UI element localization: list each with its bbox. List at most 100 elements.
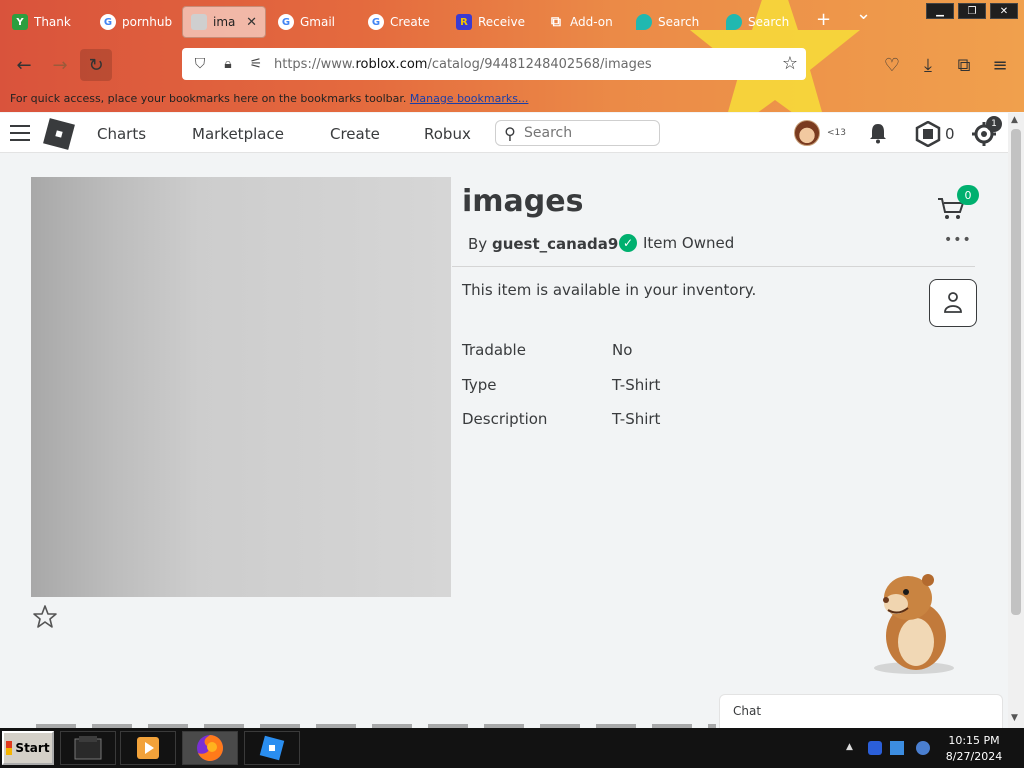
image-favicon-icon bbox=[191, 14, 207, 30]
tab-receive[interactable]: R Receive bbox=[448, 6, 534, 38]
robux-count: 0 bbox=[945, 125, 955, 143]
hamster-desktop-pet-image bbox=[874, 574, 954, 674]
taskbar-app-terminal[interactable] bbox=[60, 731, 116, 765]
creator-link[interactable]: guest_canada9 bbox=[492, 235, 618, 253]
mannequin-icon bbox=[944, 292, 962, 313]
availability-text: This item is available in your inventory… bbox=[462, 281, 757, 299]
puzzle-icon: ⧉ bbox=[551, 14, 561, 30]
tray-network-icon[interactable] bbox=[890, 741, 904, 755]
nav-create[interactable]: Create bbox=[330, 125, 380, 143]
hamburger-menu-icon[interactable] bbox=[10, 125, 30, 141]
tab-label: Search bbox=[658, 15, 700, 29]
tab-thank[interactable]: Y Thank bbox=[4, 6, 90, 38]
extensions-icon[interactable]: ⧉ bbox=[952, 53, 976, 77]
tab-search-2[interactable]: Search bbox=[718, 6, 802, 38]
checkmark-icon: ✓ bbox=[619, 234, 637, 252]
tray-expand-icon[interactable]: ▲ bbox=[846, 742, 853, 752]
url-domain: roblox.com bbox=[355, 56, 428, 72]
tab-label: Thank bbox=[34, 15, 71, 29]
close-tab-icon[interactable]: ✕ bbox=[246, 15, 257, 30]
detail-value-description: T-Shirt bbox=[612, 410, 661, 428]
search-box[interactable]: ⚲ bbox=[495, 120, 660, 146]
start-button[interactable]: Start bbox=[2, 731, 54, 765]
manage-bookmarks-link[interactable]: Manage bookmarks... bbox=[410, 92, 529, 105]
bookmarks-hint: For quick access, place your bookmarks h… bbox=[10, 92, 407, 105]
downloads-icon[interactable]: ⤓ bbox=[916, 53, 940, 77]
forward-arrow-icon[interactable]: → bbox=[48, 53, 72, 77]
tab-label: Search bbox=[748, 15, 790, 29]
detail-label-type: Type bbox=[462, 376, 497, 394]
restore-button[interactable]: ❐ bbox=[958, 3, 986, 19]
tray-shield-icon[interactable] bbox=[868, 741, 882, 755]
tab-pornhub[interactable]: G pornhub bbox=[92, 6, 180, 38]
bookmark-star-icon[interactable]: ☆ bbox=[782, 53, 798, 74]
taskbar-clock[interactable]: 10:15 PM 8/27/2024 bbox=[944, 733, 1004, 765]
taskbar-app-firefox[interactable] bbox=[182, 731, 238, 765]
tab-label: pornhub bbox=[122, 15, 172, 29]
creator-line: By guest_canada9 bbox=[468, 235, 618, 253]
item-thumbnail bbox=[31, 177, 451, 597]
age-badge: <13 bbox=[827, 128, 846, 138]
close-window-button[interactable]: ✕ bbox=[990, 3, 1018, 19]
bookmarks-toolbar: For quick access, place your bookmarks h… bbox=[10, 92, 528, 105]
by-prefix: By bbox=[468, 235, 488, 253]
taskbar-app-roblox[interactable] bbox=[244, 731, 300, 765]
url-prefix: https://www. bbox=[274, 56, 356, 72]
yahoo-favicon-icon: Y bbox=[12, 14, 28, 30]
tracking-shield-icon[interactable]: ⛉ bbox=[186, 56, 214, 72]
reload-icon[interactable]: ↻ bbox=[80, 49, 112, 81]
bell-icon[interactable] bbox=[867, 122, 889, 144]
roblox-logo-icon[interactable] bbox=[43, 118, 75, 150]
favorite-star-icon[interactable] bbox=[32, 604, 58, 630]
avatar[interactable] bbox=[794, 120, 820, 146]
tab-label: Receive bbox=[478, 15, 525, 29]
search-icon[interactable]: ⚲ bbox=[496, 124, 524, 143]
detail-value-tradable: No bbox=[612, 341, 633, 359]
item-owned-status: ✓ Item Owned bbox=[619, 234, 734, 252]
minimize-button[interactable]: ▁ bbox=[926, 3, 954, 19]
url-text[interactable]: https://www.roblox.com/catalog/944812484… bbox=[274, 57, 652, 72]
tab-image-active[interactable]: image ✕ bbox=[182, 6, 266, 38]
media-player-icon bbox=[137, 737, 159, 759]
scroll-down-icon[interactable]: ▼ bbox=[1011, 713, 1018, 723]
chat-bar[interactable]: Chat bbox=[719, 694, 1003, 728]
try-on-button[interactable] bbox=[929, 279, 977, 327]
permissions-icon[interactable]: ⚟ bbox=[242, 56, 270, 72]
tab-search-1[interactable]: Search bbox=[628, 6, 712, 38]
cart-count-badge: 0 bbox=[957, 185, 979, 205]
tab-list-button[interactable]: ⌄ bbox=[856, 4, 871, 24]
scroll-up-icon[interactable]: ▲ bbox=[1011, 115, 1018, 125]
tab-label: Add-on bbox=[570, 15, 613, 29]
address-bar[interactable]: ⛉ 🔒︎ ⚟ https://www.roblox.com/catalog/94… bbox=[182, 48, 806, 80]
nav-charts[interactable]: Charts bbox=[97, 125, 146, 143]
detail-label-tradable: Tradable bbox=[462, 341, 526, 359]
tab-gmail[interactable]: G Gmail bbox=[270, 6, 356, 38]
more-options-button[interactable]: ••• bbox=[944, 232, 972, 248]
nav-marketplace[interactable]: Marketplace bbox=[192, 125, 284, 143]
tray-clock-app-icon[interactable] bbox=[916, 741, 930, 755]
divider bbox=[452, 266, 975, 267]
lock-icon[interactable]: 🔒︎ bbox=[214, 56, 242, 72]
shield-favicon-icon bbox=[726, 14, 742, 30]
clock-time: 10:15 PM bbox=[948, 734, 1000, 747]
receive-favicon-icon: R bbox=[456, 14, 472, 30]
tab-label: Create bbox=[390, 15, 430, 29]
tab-create[interactable]: G Create bbox=[360, 6, 446, 38]
search-input[interactable] bbox=[524, 125, 644, 141]
robux-icon[interactable] bbox=[915, 121, 941, 147]
page-scrollbar[interactable]: ▲ ▼ bbox=[1008, 113, 1024, 728]
new-tab-button[interactable]: + bbox=[816, 10, 831, 30]
roblox-header: Charts Marketplace Create Robux ⚲ <13 0 … bbox=[0, 113, 1008, 153]
back-arrow-icon[interactable]: ← bbox=[12, 53, 36, 77]
owned-label: Item Owned bbox=[643, 234, 735, 252]
item-title: images bbox=[462, 184, 584, 219]
pocket-icon[interactable]: ♡ bbox=[880, 53, 904, 77]
menu-icon[interactable]: ≡ bbox=[988, 53, 1012, 77]
tab-label: Gmail bbox=[300, 15, 336, 29]
taskbar-app-media-player[interactable] bbox=[120, 731, 176, 765]
tab-add-on[interactable]: ⧉ Add-on bbox=[540, 6, 626, 38]
detail-value-type: T-Shirt bbox=[612, 376, 661, 394]
nav-robux[interactable]: Robux bbox=[424, 125, 471, 143]
terminal-app-icon bbox=[74, 736, 102, 760]
scroll-thumb[interactable] bbox=[1011, 129, 1021, 615]
